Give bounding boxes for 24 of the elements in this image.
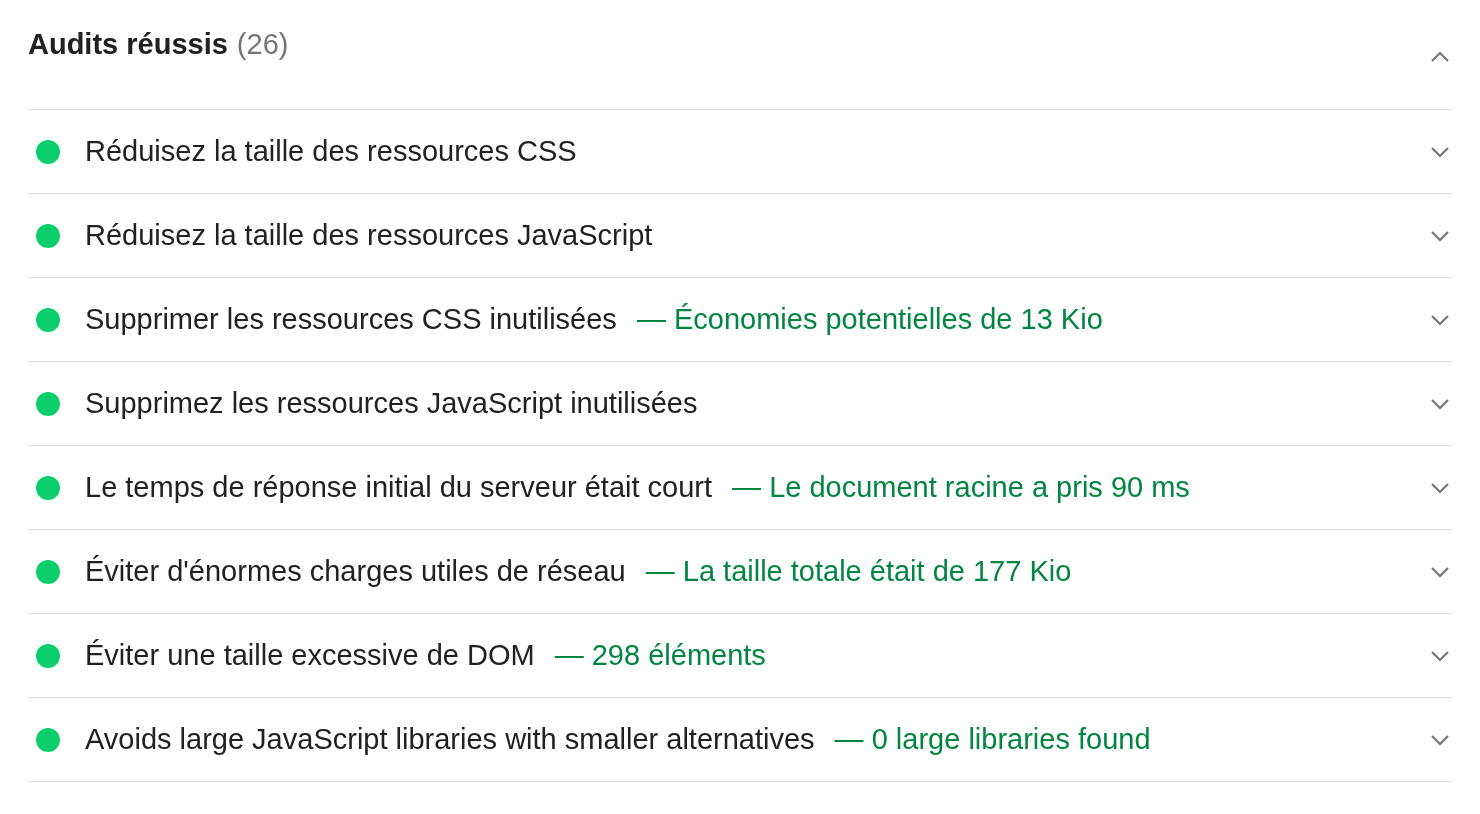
audit-result: — Le document racine a pris 90 ms [732, 471, 1190, 504]
chevron-icon[interactable] [1430, 397, 1450, 410]
audit-result: — 0 large libraries found [834, 723, 1151, 756]
audit-title[interactable]: Avoids large JavaScript libraries with smaller alternatives [85, 723, 815, 756]
audit-title[interactable]: Réduisez la taille des ressources CSS [85, 135, 577, 168]
chevron-icon[interactable] [1430, 229, 1450, 242]
chevron-icon[interactable] [1430, 733, 1450, 746]
chevron-icon[interactable] [1430, 649, 1450, 662]
audit-result: — La taille totale était de 177 Kio [645, 555, 1072, 588]
audit-title[interactable]: Supprimez les ressources JavaScript inutilisées [85, 387, 698, 420]
audit-title[interactable]: Supprimer les ressources CSS inutilisées [85, 303, 617, 336]
audit-result: — Économies potentielles de 13 Kio [636, 303, 1103, 336]
chevron-icon[interactable] [1430, 51, 1450, 63]
chevron-icon[interactable] [1430, 481, 1450, 494]
section-title: Audits réussis [28, 28, 228, 61]
audit-title[interactable]: Le temps de réponse initial du serveur était court [85, 471, 713, 504]
chevron-icon[interactable] [1430, 313, 1450, 326]
audit-result: — 298 éléments [554, 639, 766, 672]
audit-title[interactable]: Éviter une taille excessive de DOM [85, 639, 535, 672]
audit-count: (26) [236, 28, 289, 61]
audit-title[interactable]: Réduisez la taille des ressources JavaScript [85, 219, 653, 252]
chevron-icon[interactable] [1430, 145, 1450, 158]
audit-title[interactable]: Éviter d'énormes charges utiles de réseau [85, 555, 626, 588]
chevron-icon[interactable] [1430, 565, 1450, 578]
